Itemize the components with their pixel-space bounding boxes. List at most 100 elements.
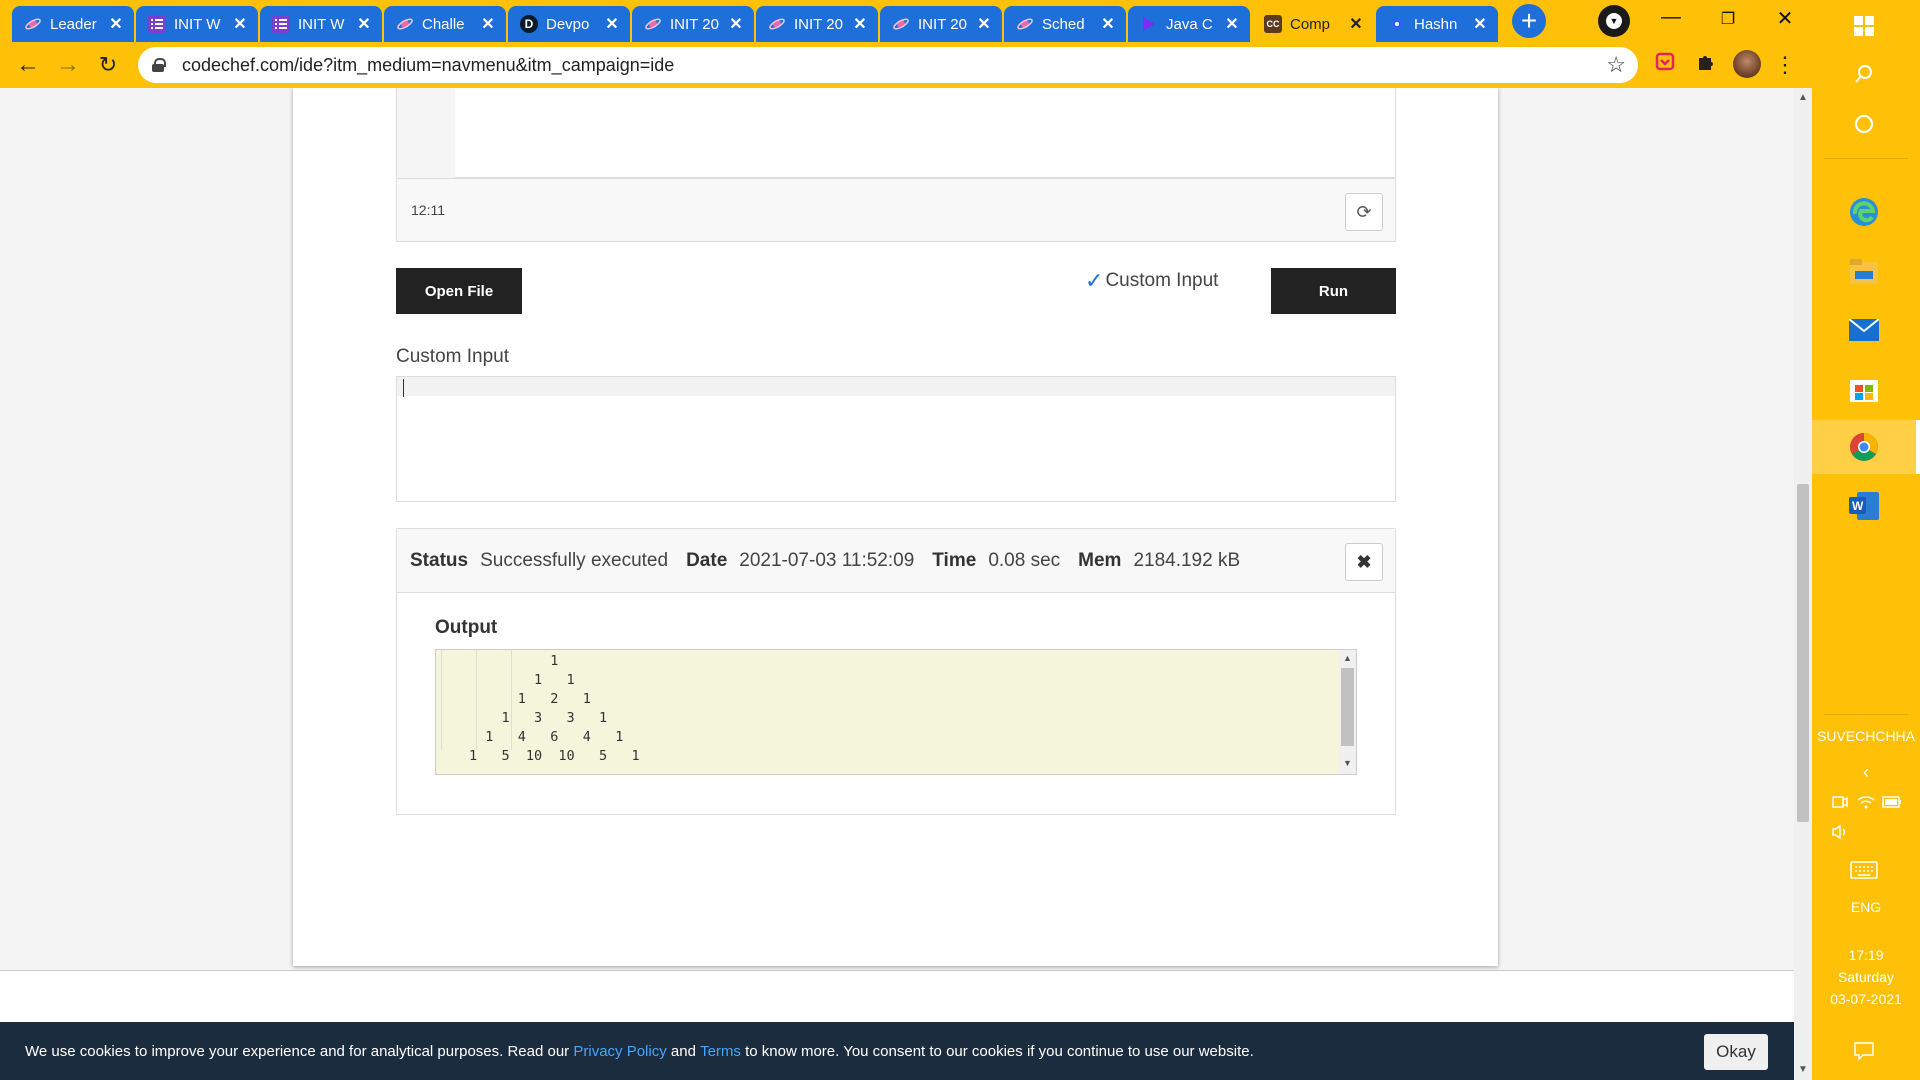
ide-card: 12:11 ⟳ Open File ✓ Custom Input Run Cus…	[293, 88, 1498, 966]
chevron-left-icon[interactable]: ‹	[1812, 762, 1920, 783]
cookie-banner: We use cookies to improve your experienc…	[0, 1022, 1794, 1080]
mail-icon[interactable]	[1844, 310, 1884, 350]
scroll-up-arrow-icon[interactable]: ▲	[1794, 92, 1812, 103]
okay-button[interactable]: Okay	[1704, 1034, 1768, 1070]
forward-icon[interactable]: →	[48, 51, 88, 79]
page-scroll-thumb[interactable]	[1797, 484, 1809, 822]
close-tab-icon[interactable]: ✕	[480, 14, 496, 34]
profile-avatar[interactable]	[1733, 50, 1761, 78]
browser-tab[interactable]: INIT W ✕	[260, 6, 382, 42]
meet-now-icon[interactable]	[1828, 790, 1852, 814]
input-language[interactable]: ENG	[1812, 899, 1920, 915]
touch-keyboard-icon[interactable]	[1844, 850, 1884, 890]
scroll-up-arrow-icon[interactable]: ▲	[1339, 653, 1356, 663]
page-scrollbar[interactable]: ▲ ▼	[1794, 88, 1812, 1080]
browser-tab[interactable]: Java C ✕	[1128, 6, 1250, 42]
close-tab-icon[interactable]: ✕	[976, 14, 992, 34]
word-icon[interactable]: W	[1844, 486, 1884, 526]
browser-tab[interactable]: INIT 20 ✕	[880, 6, 1002, 42]
chrome-icon[interactable]	[1844, 427, 1884, 467]
output-textarea[interactable]: 1 1 1 1 2 1 1 3 3 1 1 4 6 4 1 1 5 10 10 …	[435, 649, 1357, 775]
browser-tab[interactable]: Leader ✕	[12, 6, 134, 42]
browser-tab[interactable]: INIT 20 ✕	[756, 6, 878, 42]
close-tab-icon[interactable]: ✕	[728, 14, 744, 34]
search-icon[interactable]	[1844, 54, 1884, 94]
output-scroll-thumb[interactable]	[1341, 668, 1354, 746]
close-tab-icon[interactable]: ✕	[1472, 14, 1488, 34]
mem-value: 2184.192 kB	[1133, 549, 1241, 571]
list-icon	[272, 15, 290, 33]
close-tab-icon[interactable]: ✕	[604, 14, 620, 34]
active-line-highlight	[397, 377, 1395, 396]
terms-link[interactable]: Terms	[700, 1043, 741, 1060]
privacy-policy-link[interactable]: Privacy Policy	[573, 1043, 666, 1060]
cortana-icon[interactable]	[1844, 104, 1884, 144]
planet-icon	[396, 15, 414, 33]
clock-time[interactable]: 17:19	[1812, 947, 1920, 963]
browser-tab[interactable]: Sched ✕	[1004, 6, 1126, 42]
wifi-icon[interactable]	[1854, 790, 1878, 814]
pocket-extension-icon[interactable]	[1652, 52, 1678, 78]
tab-title: Comp	[1290, 15, 1331, 33]
restore-button[interactable]: ❐	[1713, 9, 1743, 29]
output-scrollbar[interactable]: ▲ ▼	[1339, 650, 1356, 774]
edge-browser-icon[interactable]	[1844, 192, 1884, 232]
cursor-position: 12:11	[411, 202, 445, 218]
scroll-down-arrow-icon[interactable]: ▼	[1794, 1064, 1812, 1075]
close-tab-icon[interactable]: ✕	[852, 14, 868, 34]
reload-icon[interactable]: ↻	[88, 52, 128, 78]
notifications-icon[interactable]	[1844, 1031, 1884, 1071]
editor-status-bar: 12:11 ⟳	[396, 178, 1396, 242]
hashnode-icon	[1388, 15, 1406, 33]
close-window-button[interactable]: ✕	[1770, 6, 1800, 31]
time-value: 0.08 sec	[988, 549, 1061, 571]
custom-input-checkbox-label: Custom Input	[1105, 270, 1219, 291]
browser-tab[interactable]: INIT W ✕	[136, 6, 258, 42]
reset-code-button[interactable]: ⟳	[1345, 193, 1383, 231]
microsoft-store-icon[interactable]	[1844, 368, 1884, 408]
browser-tab[interactable]: Hashn ✕	[1376, 6, 1498, 42]
open-file-button[interactable]: Open File	[396, 268, 522, 314]
new-tab-button[interactable]: +	[1512, 4, 1546, 38]
tab-title: Sched	[1042, 15, 1085, 33]
tab-title: INIT 20	[918, 15, 967, 33]
cookie-text-end: to know more. You consent to our cookies…	[740, 1042, 1254, 1060]
time-label: Time	[932, 549, 977, 571]
tab-title: INIT 20	[794, 15, 843, 33]
code-editor[interactable]	[396, 88, 1396, 178]
tab-title: Hashn	[1414, 15, 1458, 33]
chevron-down-icon: ▼	[1606, 13, 1622, 29]
battery-icon[interactable]	[1880, 790, 1904, 814]
checkmark-icon: ✓	[1085, 268, 1104, 293]
tab-search-button[interactable]: ▼	[1598, 5, 1630, 37]
run-button[interactable]: Run	[1271, 268, 1396, 314]
back-icon[interactable]: ←	[8, 51, 48, 79]
browser-tab[interactable]: D Devpo ✕	[508, 6, 630, 42]
custom-input-textarea[interactable]	[396, 376, 1396, 502]
close-tab-icon[interactable]: ✕	[108, 14, 124, 34]
browser-tab[interactable]: Challe ✕	[384, 6, 506, 42]
clock-date: 03-07-2021	[1830, 991, 1902, 1007]
volume-icon[interactable]	[1828, 820, 1852, 844]
browser-toolbar: ← → ↻ codechef.com/ide?itm_medium=navmen…	[0, 42, 1812, 88]
close-tab-icon[interactable]: ✕	[1224, 14, 1240, 34]
address-bar[interactable]: codechef.com/ide?itm_medium=navmenu&itm_…	[138, 47, 1638, 83]
minimize-button[interactable]: —	[1656, 6, 1686, 29]
custom-input-checkbox[interactable]: ✓ Custom Input	[1085, 268, 1218, 294]
file-explorer-icon[interactable]	[1844, 252, 1884, 292]
browser-tab[interactable]: CC Comp ✕	[1252, 6, 1374, 42]
close-result-button[interactable]: ✖	[1345, 543, 1383, 581]
browser-menu-icon[interactable]: ⋮	[1772, 52, 1798, 78]
close-tab-icon[interactable]: ✕	[232, 14, 248, 34]
url-text: codechef.com/ide?itm_medium=navmenu&itm_…	[182, 54, 675, 75]
close-tab-icon[interactable]: ✕	[1348, 14, 1364, 34]
extensions-puzzle-icon[interactable]	[1693, 52, 1719, 78]
browser-tab[interactable]: INIT 20 ✕	[632, 6, 754, 42]
scroll-down-arrow-icon[interactable]: ▼	[1339, 758, 1356, 768]
close-tab-icon[interactable]: ✕	[356, 14, 372, 34]
editor-gutter	[397, 88, 455, 178]
windows-start-icon[interactable]	[1844, 6, 1884, 46]
planet-icon	[644, 15, 662, 33]
bookmark-star-icon[interactable]: ☆	[1606, 52, 1626, 78]
close-tab-icon[interactable]: ✕	[1100, 14, 1116, 34]
